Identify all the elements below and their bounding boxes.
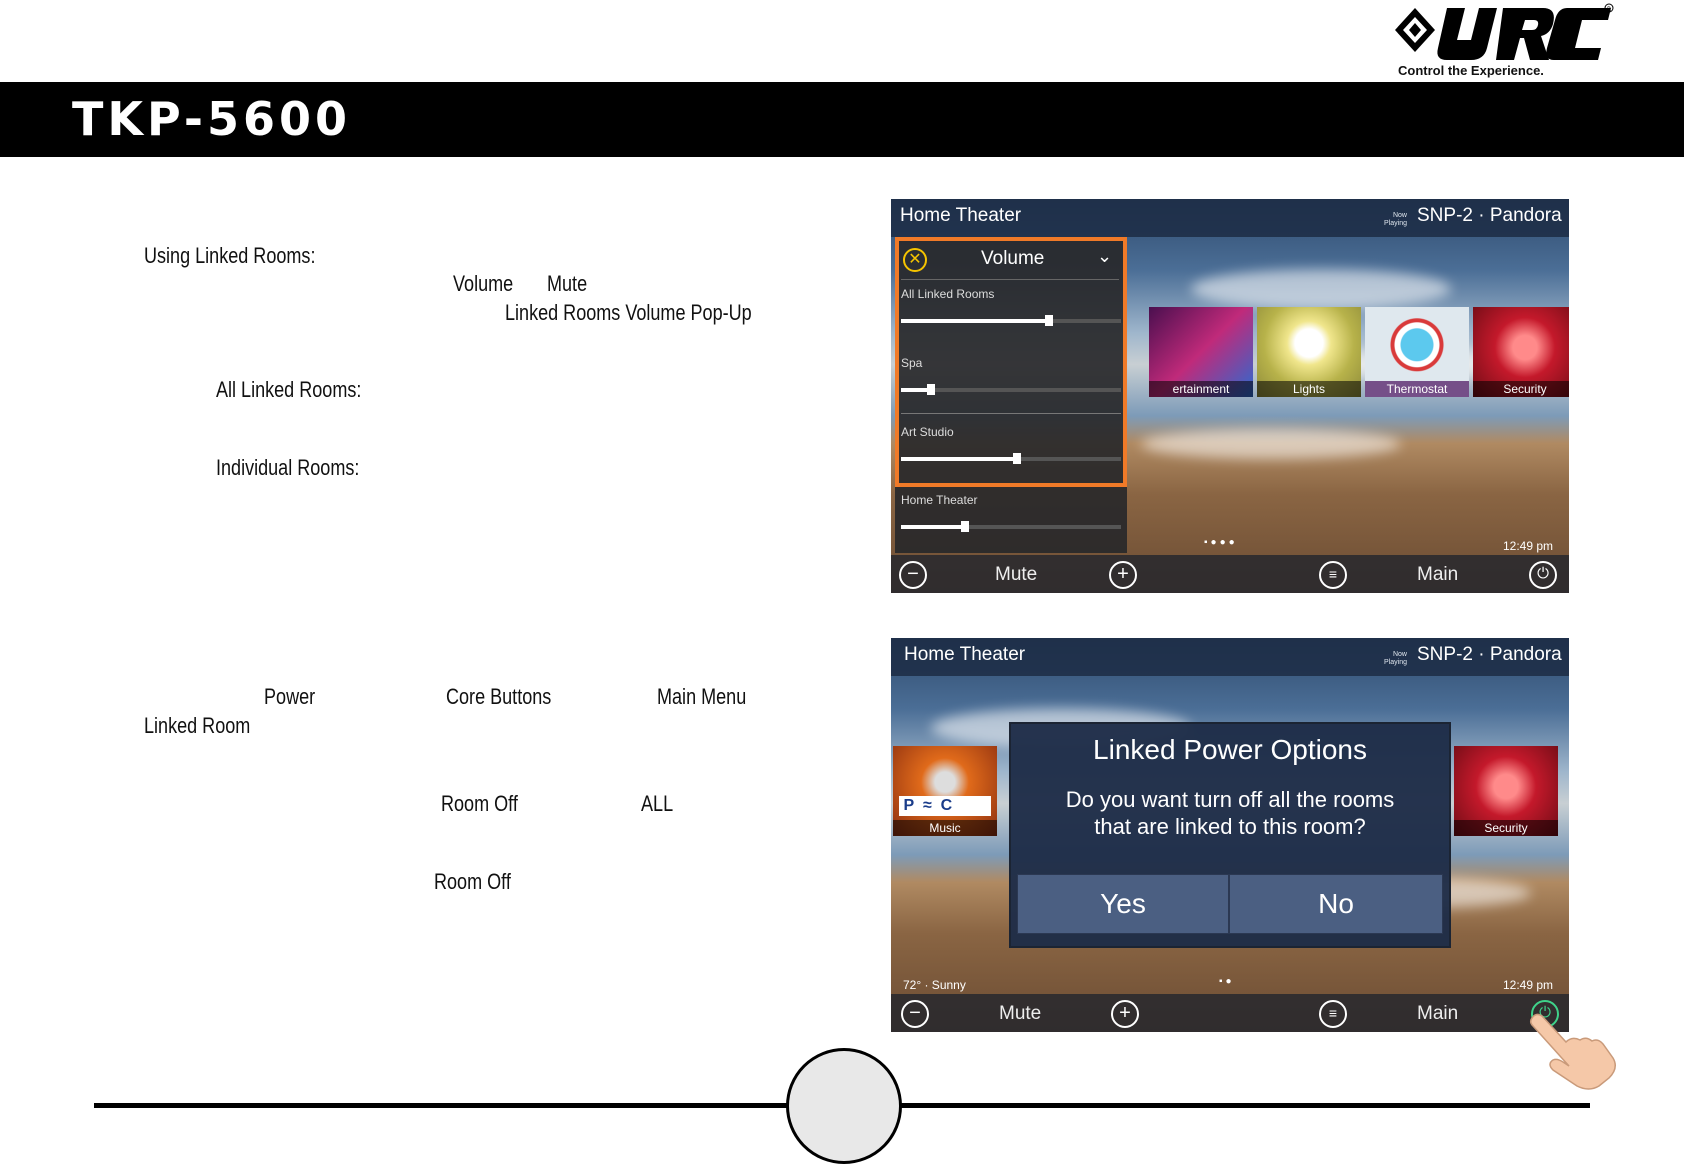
- now-playing-label: Now Playing: [1384, 651, 1407, 666]
- power-icon[interactable]: ⏻: [1529, 561, 1557, 589]
- tile-security[interactable]: Security: [1473, 307, 1569, 397]
- volume-slider-home-theater[interactable]: [901, 521, 1121, 532]
- mute-button[interactable]: Mute: [999, 1003, 1041, 1025]
- volume-row-label: All Linked Rooms: [901, 287, 995, 301]
- tile-security[interactable]: Security: [1454, 746, 1558, 836]
- now-playing-label: Now Playing: [1384, 212, 1407, 227]
- close-icon[interactable]: ✕: [903, 248, 927, 272]
- screenshot-power-dialog: Home Theater Now Playing SNP-2 · Pandora…: [891, 638, 1569, 1032]
- popup-term: Linked Rooms Volume Pop-Up: [505, 300, 752, 325]
- model-title: TKP-5600: [72, 92, 352, 146]
- main-menu-term: Main Menu: [657, 684, 747, 709]
- volume-row-label: Art Studio: [901, 425, 954, 439]
- drawer-icon[interactable]: ≡: [1319, 561, 1347, 589]
- volume-down-button[interactable]: −: [899, 561, 927, 589]
- dialog-message-line-1: Do you want turn off all the rooms: [1065, 787, 1395, 812]
- using-linked-rooms-heading: Using Linked Rooms:: [144, 243, 316, 268]
- volume-slider-art-studio[interactable]: [901, 453, 1121, 464]
- source-name[interactable]: SNP-2 · Pandora: [1417, 644, 1562, 666]
- slider-handle[interactable]: [1045, 315, 1053, 326]
- volume-row-label: Spa: [901, 356, 923, 370]
- title-bar: Home Theater Now Playing SNP-2 · Pandora: [891, 638, 1569, 676]
- drawer-icon[interactable]: ≡: [1319, 1000, 1347, 1028]
- tile-entertainment[interactable]: ertainment: [1149, 307, 1253, 397]
- bottom-bar: − Mute + ≡ Main ⏻: [891, 555, 1569, 593]
- tile-thermostat[interactable]: Thermostat: [1365, 307, 1469, 397]
- source-name[interactable]: SNP-2 · Pandora: [1417, 205, 1562, 227]
- volume-slider-spa[interactable]: [901, 384, 1121, 395]
- linked-power-dialog: Linked Power Options Do you want turn of…: [1009, 722, 1451, 948]
- no-button[interactable]: No: [1229, 874, 1443, 934]
- all-term: ALL: [641, 791, 674, 816]
- brand-tagline: Control the Experience.: [1398, 63, 1544, 78]
- clock: 12:49 pm: [1503, 978, 1554, 992]
- core-buttons-term: Core Buttons: [446, 684, 552, 709]
- yes-button[interactable]: Yes: [1017, 874, 1229, 934]
- tile-music[interactable]: P ≈ C Music: [893, 746, 997, 836]
- room-name[interactable]: Home Theater: [904, 644, 1025, 666]
- screenshot-volume-popup: Home Theater Now Playing SNP-2 · Pandora…: [891, 199, 1569, 593]
- room-off-term-1: Room Off: [441, 791, 518, 816]
- volume-down-button[interactable]: −: [901, 1000, 929, 1028]
- page-indicator: ▪●: [1219, 976, 1235, 987]
- volume-term: Volume: [453, 271, 514, 296]
- volume-popup-header: ✕ Volume ⌄: [901, 244, 1119, 280]
- weather: 72° · Sunny: [903, 978, 966, 992]
- tile-lights[interactable]: Lights: [1257, 307, 1361, 397]
- mute-button[interactable]: Mute: [995, 564, 1037, 586]
- divider: [901, 413, 1121, 414]
- power-term: Power: [264, 684, 316, 709]
- volume-up-button[interactable]: +: [1109, 561, 1137, 589]
- mute-term: Mute: [547, 271, 588, 296]
- title-bar: Home Theater Now Playing SNP-2 · Pandora: [891, 199, 1569, 237]
- individual-rooms-heading: Individual Rooms:: [216, 455, 360, 480]
- slider-handle[interactable]: [1013, 453, 1021, 464]
- pointing-hand-icon: [1529, 1013, 1616, 1090]
- main-button[interactable]: Main: [1417, 1003, 1458, 1025]
- all-linked-rooms-heading: All Linked Rooms:: [216, 377, 362, 402]
- page-indicator: ▪●●●: [1204, 537, 1238, 548]
- dialog-title: Linked Power Options: [1093, 734, 1367, 765]
- svg-text:R: R: [1607, 6, 1611, 13]
- slider-handle[interactable]: [927, 384, 935, 395]
- volume-slider-all[interactable]: [901, 315, 1121, 326]
- room-name[interactable]: Home Theater: [900, 205, 1021, 227]
- volume-up-button[interactable]: +: [1111, 1000, 1139, 1028]
- clock: 12:49 pm: [1503, 539, 1554, 553]
- chevron-down-icon[interactable]: ⌄: [1097, 246, 1112, 267]
- volume-row-label: Home Theater: [901, 493, 978, 507]
- main-button[interactable]: Main: [1417, 564, 1458, 586]
- slider-handle[interactable]: [961, 521, 969, 532]
- dialog-message-line-2: that are linked to this room?: [1094, 814, 1366, 839]
- volume-popup-title: Volume: [981, 248, 1045, 269]
- room-off-term-2: Room Off: [434, 869, 511, 894]
- bottom-bar: − Mute + ≡ Main ⏻: [891, 994, 1569, 1032]
- linked-room-term: Linked Room: [144, 713, 251, 738]
- page-number-circle: [786, 1048, 902, 1164]
